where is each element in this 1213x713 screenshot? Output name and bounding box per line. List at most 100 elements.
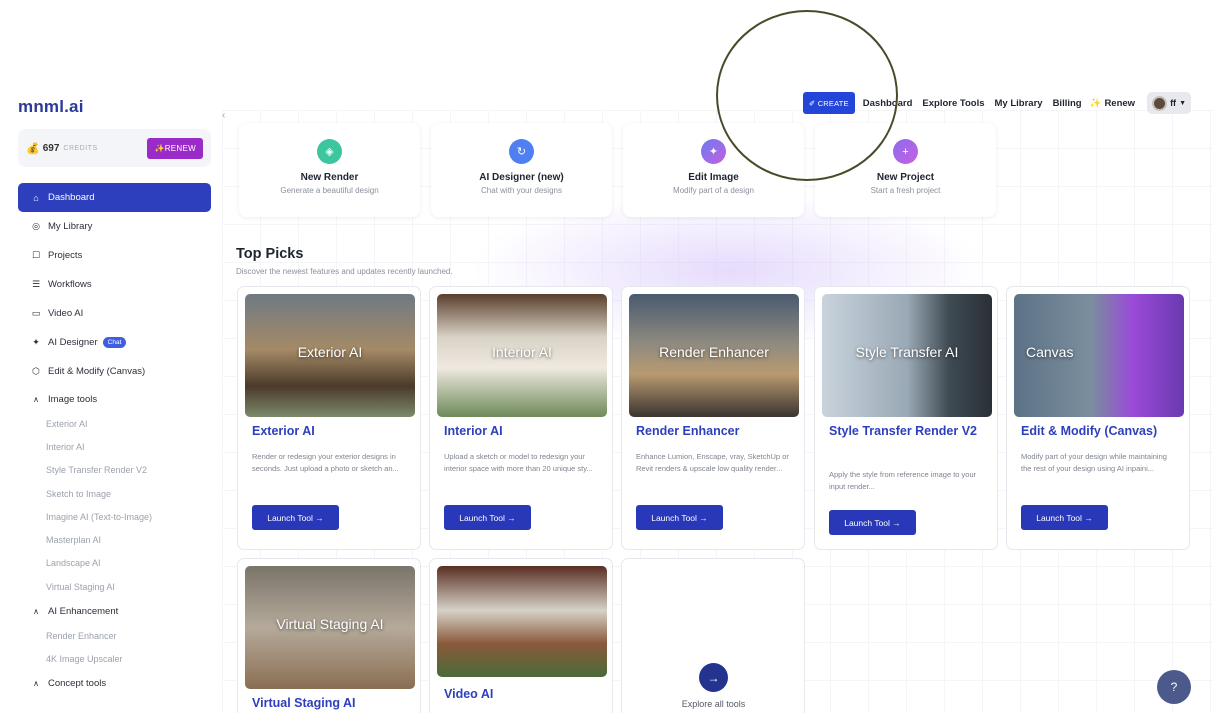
credits-panel: 💰 697 CREDITS ✨RENEW — [18, 129, 211, 167]
sidebar-subitem[interactable]: Landscape AI — [18, 552, 211, 575]
sidebar-item-label: Edit & Modify (Canvas) — [48, 366, 146, 377]
section-concept-tools[interactable]: ∧ Concept tools — [18, 671, 211, 697]
launch-tool-button[interactable]: Launch Tool → — [252, 505, 339, 530]
thumbnail-label: Canvas — [1026, 344, 1074, 360]
card-description: Enhance Lumion, Enscape, vray, SketchUp … — [636, 452, 789, 473]
sidebar-subitem[interactable]: Render Enhancer — [18, 624, 211, 647]
tool-card-video-ai[interactable]: Video AI — [429, 558, 613, 713]
top-picks-subtitle: Discover the newest features and updates… — [236, 267, 453, 276]
top-link-explore-tools[interactable]: Explore Tools — [920, 98, 986, 109]
video-icon: ▭ — [31, 308, 41, 318]
card-title: Virtual Staging AI — [252, 696, 356, 710]
launch-tool-button[interactable]: Launch Tool → — [829, 510, 916, 535]
renew-label: Renew — [1104, 97, 1136, 109]
sidebar-item-label: Projects — [48, 250, 83, 261]
credits-icon: 💰 — [26, 142, 40, 155]
edit-image-icon: ✦ — [701, 139, 726, 164]
arrow-right-icon[interactable]: → — [699, 663, 728, 692]
tool-card-render-enhancer[interactable]: Render Enhancer Render Enhancer Enhance … — [621, 286, 805, 550]
workflows-icon: ☰ — [31, 279, 41, 289]
card-description: Apply the style from reference image to … — [829, 470, 977, 491]
user-menu[interactable]: ff ▼ — [1147, 92, 1191, 114]
sidebar-item-dashboard[interactable]: ⌂ Dashboard — [18, 183, 211, 212]
sidebar-item-video-ai[interactable]: ▭ Video AI — [18, 299, 211, 328]
sidebar-item-label: Video AI — [48, 308, 84, 319]
credits-label: CREDITS — [63, 144, 98, 152]
sparkle-icon: ✦ — [32, 337, 40, 347]
card-title: Edit & Modify (Canvas) — [1021, 424, 1158, 438]
sidebar-nav: ⌂ Dashboard ◎ My Library ☐ Projects ☰ Workfl… — [18, 183, 211, 697]
style-transfer-thumbnail: Style Transfer AI — [822, 294, 992, 417]
collapse-sidebar-icon[interactable]: ‹ — [222, 110, 225, 121]
card-description: Upload a sketch or model to redesign you… — [444, 452, 593, 473]
renew-credits-button[interactable]: ✨RENEW — [147, 137, 203, 159]
credits-count: 697 — [42, 142, 60, 154]
sidebar-subitem[interactable]: 4K Image Upscaler — [18, 648, 211, 671]
projects-icon: ☐ — [31, 250, 41, 260]
tool-card-exterior-ai[interactable]: Exterior AI Exterior AI Render or redesi… — [237, 286, 421, 550]
launch-tool-button[interactable]: Launch Tool → — [444, 505, 531, 530]
tool-card-virtual-staging[interactable]: Virtual Staging AI Virtual Staging AI — [237, 558, 421, 713]
thumbnail-label: Exterior AI — [297, 344, 363, 360]
card-title: Video AI — [444, 687, 494, 701]
virtual-staging-thumbnail: Virtual Staging AI — [245, 566, 415, 689]
section-image-tools[interactable]: ∧ Image tools — [18, 386, 211, 412]
sidebar-subitem[interactable]: Exterior AI — [18, 412, 211, 435]
top-picks-title: Top Picks — [236, 246, 304, 262]
help-button[interactable]: ? — [1157, 670, 1191, 704]
sidebar-item-label: AI Designer — [48, 337, 98, 348]
render-enhancer-thumbnail: Render Enhancer — [629, 294, 799, 417]
explore-all-tools-label: Explore all tools — [681, 699, 746, 709]
launch-tool-button[interactable]: Launch Tool → — [636, 505, 723, 530]
sidebar-item-label: Workflows — [48, 279, 92, 290]
sidebar-subitem[interactable]: Virtual Staging AI — [18, 575, 211, 598]
tool-card-canvas[interactable]: Canvas Edit & Modify (Canvas) Modify par… — [1006, 286, 1190, 550]
launch-tool-button[interactable]: Launch Tool → — [1021, 505, 1108, 530]
quick-action-subtitle: Start a fresh project — [870, 186, 941, 195]
sidebar-item-my-library[interactable]: ◎ My Library — [18, 212, 211, 241]
ai-designer-icon: ↻ — [509, 139, 534, 164]
interior-ai-thumbnail: Interior AI — [437, 294, 607, 417]
quick-action-subtitle: Generate a beautiful design — [280, 186, 379, 195]
brand-logo[interactable]: mnml.ai — [18, 97, 84, 117]
render-icon: ◈ — [317, 139, 342, 164]
sidebar-subitem[interactable]: Masterplan AI — [18, 528, 211, 551]
top-link-billing[interactable]: Billing — [1051, 98, 1084, 109]
plus-icon: + — [893, 139, 918, 164]
sidebar-item-ai-designer[interactable]: ✦ AI Designer Chat — [18, 328, 211, 357]
quick-action-new-render[interactable]: ◈ New Render Generate a beautiful design — [239, 123, 420, 217]
quick-action-ai-designer[interactable]: ↻ AI Designer (new) Chat with your desig… — [431, 123, 612, 217]
sidebar-item-workflows[interactable]: ☰ Workflows — [18, 270, 211, 299]
sidebar-item-projects[interactable]: ☐ Projects — [18, 241, 211, 270]
section-label: Concept tools — [48, 678, 107, 690]
chevron-down-icon: ▼ — [1179, 99, 1186, 107]
top-link-my-library[interactable]: My Library — [993, 98, 1045, 109]
exterior-ai-thumbnail: Exterior AI — [245, 294, 415, 417]
section-label: Image tools — [48, 393, 98, 405]
top-renew-link[interactable]: ✨ Renew — [1090, 98, 1135, 109]
card-description: Render or redesign your exterior designs… — [252, 452, 399, 473]
card-description: Modify part of your design while maintai… — [1021, 452, 1167, 473]
tool-card-style-transfer[interactable]: Style Transfer AI Style Transfer Render … — [814, 286, 998, 550]
sidebar-subitem[interactable]: Sketch to Image — [18, 482, 211, 505]
sidebar-subitem[interactable]: Imagine AI (Text-to-Image) — [18, 505, 211, 528]
card-title: Interior AI — [444, 424, 503, 438]
quick-action-title: New Render — [300, 172, 359, 183]
annotation-circle — [716, 10, 898, 181]
sidebar-subitem[interactable]: Style Transfer Render V2 — [18, 459, 211, 482]
thumbnail-label: Render Enhancer — [659, 344, 769, 360]
sidebar-subitem[interactable]: Interior AI — [18, 435, 211, 458]
section-ai-enhancement[interactable]: ∧ AI Enhancement — [18, 598, 211, 624]
tool-card-interior-ai[interactable]: Interior AI Interior AI Upload a sketch … — [429, 286, 613, 550]
sidebar-item-edit-modify[interactable]: ⬡ Edit & Modify (Canvas) — [18, 357, 211, 386]
quick-action-subtitle: Modify part of a design — [673, 186, 754, 195]
quick-action-subtitle: Chat with your designs — [481, 186, 562, 195]
thumbnail-label: Style Transfer AI — [855, 344, 959, 360]
card-title: Render Enhancer — [636, 424, 740, 438]
sparkle-icon: ✨ — [1089, 97, 1102, 109]
chevron-up-icon: ∧ — [33, 394, 39, 404]
canvas-thumbnail: Canvas — [1014, 294, 1184, 417]
video-ai-thumbnail — [437, 566, 607, 677]
card-title: Style Transfer Render V2 — [829, 424, 977, 438]
quick-action-title: AI Designer (new) — [479, 172, 564, 183]
